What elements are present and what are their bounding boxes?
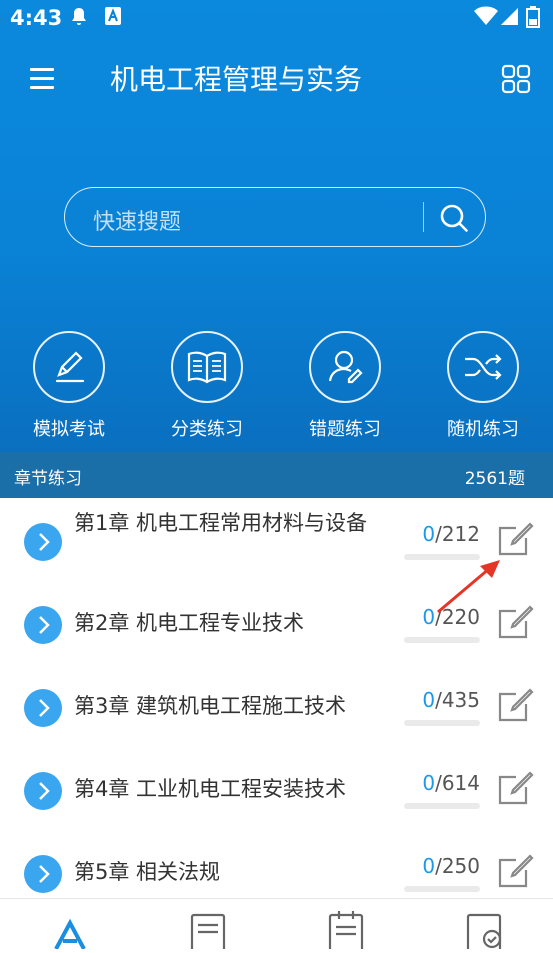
- chapter-done: 0: [422, 771, 436, 795]
- app-notification-icon: [104, 6, 122, 30]
- status-time: 4:43: [10, 6, 63, 30]
- chapter-done: 0: [422, 688, 436, 712]
- search-input[interactable]: 快速搜题: [93, 204, 181, 236]
- chevron-right-icon: [24, 606, 62, 644]
- grid-menu-icon[interactable]: [501, 64, 531, 94]
- header-area: 4:43 机电工程管理与实务 快速搜题 模拟考试 分类练习 错题练习 随机练习: [0, 0, 553, 452]
- chevron-right-icon: [24, 523, 62, 561]
- chapter-total: /212: [435, 522, 480, 546]
- user-edit-icon: [309, 331, 381, 403]
- shuffle-icon: [447, 331, 519, 403]
- notification-icon: [68, 6, 90, 32]
- chapter-title: 第3章 建筑机电工程施工技术: [74, 694, 347, 718]
- quick-action-label: 分类练习: [171, 419, 243, 440]
- tab-clipboard-icon[interactable]: [326, 909, 366, 953]
- tab-home-icon[interactable]: [50, 909, 90, 950]
- search-icon[interactable]: [437, 201, 471, 235]
- page-title: 机电工程管理与实务: [110, 63, 363, 96]
- book-icon: [171, 331, 243, 403]
- status-bar: 4:43: [0, 0, 553, 38]
- chapter-progress-count: 0/250: [422, 854, 480, 878]
- chevron-right-icon: [24, 855, 62, 893]
- edit-icon[interactable]: [496, 852, 536, 892]
- chapter-row[interactable]: 第3章 建筑机电工程施工技术 0/435: [0, 666, 553, 749]
- quick-action-mock-exam[interactable]: 模拟考试: [14, 331, 124, 441]
- chapter-progress-count: 0/212: [422, 522, 480, 546]
- chapter-total: /250: [435, 854, 480, 878]
- battery-icon: [526, 6, 540, 32]
- chapter-progress-bar: [404, 720, 480, 726]
- chevron-right-icon: [24, 689, 62, 727]
- edit-icon[interactable]: [496, 686, 536, 726]
- chapter-title: 第1章 机电工程常用材料与设备: [74, 511, 368, 535]
- chapter-row[interactable]: 第4章 工业机电工程安装技术 0/614: [0, 749, 553, 832]
- pen-icon: [33, 331, 105, 403]
- tab-check-book-icon[interactable]: [464, 909, 504, 953]
- section-title: 章节练习: [14, 469, 82, 489]
- chapter-progress-count: 0/435: [422, 688, 480, 712]
- quick-action-category-practice[interactable]: 分类练习: [152, 331, 262, 441]
- wifi-icon: [474, 6, 498, 30]
- chapter-progress-bar: [404, 886, 480, 892]
- quick-action-label: 错题练习: [309, 419, 381, 440]
- chapter-progress-count: 0/614: [422, 771, 480, 795]
- chevron-right-icon: [24, 772, 62, 810]
- chapter-done: 0: [422, 854, 436, 878]
- chapter-title: 第4章 工业机电工程安装技术: [74, 777, 347, 801]
- chapter-progress-bar: [404, 637, 480, 643]
- chapter-progress-bar: [404, 803, 480, 809]
- quick-action-wrong-questions[interactable]: 错题练习: [290, 331, 400, 441]
- search-divider: [423, 202, 424, 232]
- edit-icon[interactable]: [496, 769, 536, 809]
- tab-notes-icon[interactable]: [188, 909, 228, 953]
- search-box[interactable]: 快速搜题: [64, 187, 486, 247]
- chapter-total: /435: [435, 688, 480, 712]
- chapter-done: 0: [422, 522, 436, 546]
- menu-icon[interactable]: [30, 68, 54, 95]
- chapter-title: 第2章 机电工程专业技术: [74, 611, 305, 635]
- quick-action-random-practice[interactable]: 随机练习: [428, 331, 538, 441]
- quick-action-label: 模拟考试: [33, 419, 105, 440]
- quick-action-label: 随机练习: [447, 419, 519, 440]
- bottom-navigation: [0, 898, 553, 953]
- chapter-total: /614: [435, 771, 480, 795]
- section-total: 2561题: [464, 469, 525, 489]
- chapter-title: 第5章 相关法规: [74, 860, 221, 884]
- annotation-arrow: [437, 560, 500, 614]
- signal-icon: [500, 6, 520, 30]
- section-header: 章节练习 2561题: [0, 452, 553, 498]
